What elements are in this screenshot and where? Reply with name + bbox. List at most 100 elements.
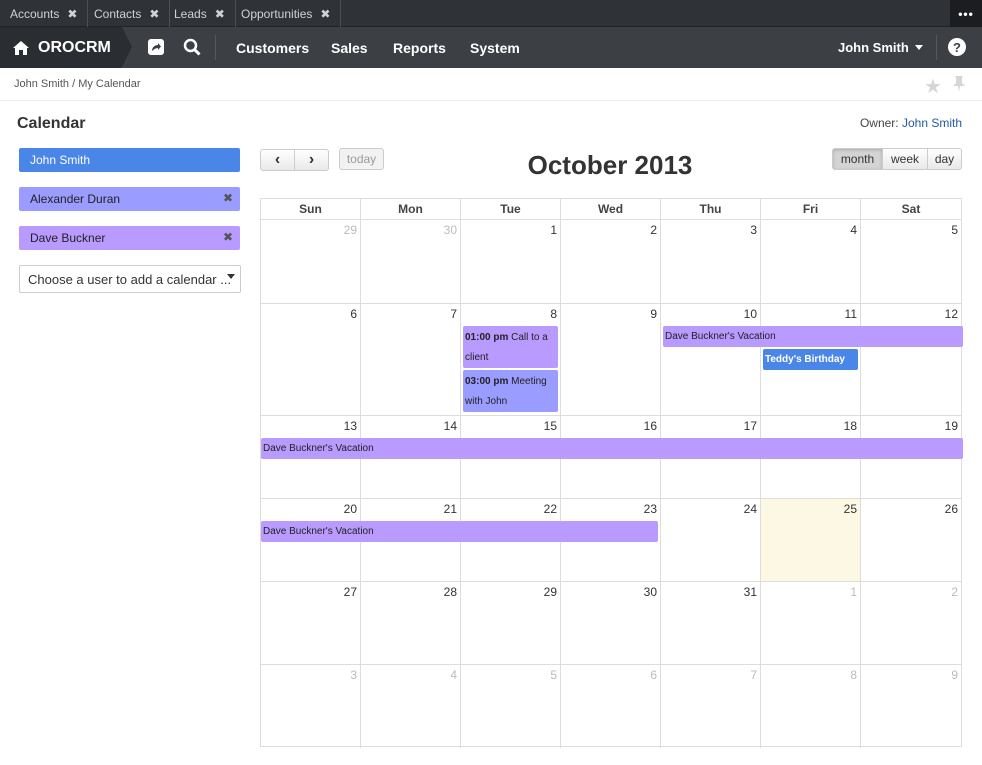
nav-sales[interactable]: Sales: [331, 27, 368, 68]
chevron-down-icon: [227, 274, 235, 279]
day-cell[interactable]: 12: [861, 304, 961, 416]
close-icon[interactable]: ✖: [215, 7, 225, 21]
day-cell[interactable]: 10: [661, 304, 761, 416]
day-number: 4: [850, 223, 857, 237]
day-number: 31: [743, 585, 757, 599]
prev-button[interactable]: ‹: [260, 149, 295, 171]
nav-divider: [936, 35, 937, 60]
tab-label: Accounts: [10, 6, 60, 21]
day-number: 30: [443, 223, 457, 237]
calendar-item-dave-buckner[interactable]: Dave Buckner ✖: [19, 226, 240, 250]
more-tabs-button[interactable]: •••: [950, 0, 982, 27]
weekday-header: Thu: [661, 199, 761, 220]
calendar-event[interactable]: 03:00 pm Meeting with John: [463, 370, 558, 412]
day-cell[interactable]: 31: [661, 582, 761, 665]
day-cell[interactable]: 29: [461, 582, 561, 665]
calendar-name: Dave Buckner: [30, 231, 106, 245]
day-cell[interactable]: 26: [861, 499, 961, 582]
day-cell[interactable]: 27: [261, 582, 361, 665]
day-cell[interactable]: 4: [761, 220, 861, 304]
calendar-item-alexander-duran[interactable]: Alexander Duran ✖: [19, 187, 240, 211]
logo-arrow: [122, 27, 132, 67]
tab-label: Opportunities: [241, 6, 313, 21]
calendar-item-john-smith[interactable]: John Smith: [19, 148, 240, 172]
tab-contacts[interactable]: Contacts ✖: [84, 0, 171, 27]
search-icon[interactable]: [181, 36, 203, 58]
day-number: 20: [343, 502, 357, 516]
close-icon[interactable]: ✖: [67, 7, 77, 21]
choose-user-select[interactable]: Choose a user to add a calendar ...: [19, 265, 241, 293]
day-cell[interactable]: 5: [461, 665, 561, 748]
day-number: 13: [343, 419, 357, 433]
close-icon[interactable]: ✖: [149, 7, 159, 21]
pin-icon[interactable]: [951, 75, 967, 98]
today-button[interactable]: today: [339, 148, 384, 170]
tab-opportunities[interactable]: Opportunities ✖: [231, 0, 342, 27]
day-cell[interactable]: 8: [761, 665, 861, 748]
day-number: 1: [550, 223, 557, 237]
day-cell[interactable]: 29: [261, 220, 361, 304]
nav-reports[interactable]: Reports: [393, 27, 446, 68]
tab-label: Contacts: [94, 6, 142, 21]
day-cell[interactable]: 6: [561, 665, 661, 748]
tab-leads[interactable]: Leads ✖: [164, 0, 236, 27]
calendar-event[interactable]: Dave Buckner's Vacation: [261, 521, 658, 542]
week-view-button[interactable]: week: [882, 148, 928, 170]
day-cell[interactable]: 1: [761, 582, 861, 665]
day-number: 6: [650, 668, 657, 682]
calendar-event[interactable]: Dave Buckner's Vacation: [663, 326, 963, 347]
event-title: Dave Buckner's Vacation: [263, 443, 374, 454]
day-cell[interactable]: 9: [861, 665, 961, 748]
day-number: 4: [450, 668, 457, 682]
nav-system[interactable]: System: [470, 27, 520, 68]
remove-icon[interactable]: ✖: [223, 230, 233, 244]
calendar-name: John Smith: [30, 153, 91, 167]
calendar-event[interactable]: Dave Buckner's Vacation: [261, 438, 963, 459]
star-icon[interactable]: ★: [924, 74, 942, 99]
brand-logo[interactable]: OROCRM: [0, 27, 122, 68]
day-cell[interactable]: 30: [561, 582, 661, 665]
day-cell[interactable]: 25: [761, 499, 861, 582]
calendar-event[interactable]: Teddy's Birthday: [763, 349, 858, 370]
day-number: 7: [450, 307, 457, 321]
day-cell[interactable]: 3: [661, 220, 761, 304]
day-cell[interactable]: 4: [361, 665, 461, 748]
day-cell[interactable]: 2: [861, 582, 961, 665]
month-title: October 2013: [527, 150, 693, 180]
share-icon[interactable]: [145, 36, 167, 58]
day-cell[interactable]: 28: [361, 582, 461, 665]
day-number: 5: [550, 668, 557, 682]
remove-icon[interactable]: ✖: [223, 191, 233, 205]
day-cell[interactable]: 24: [661, 499, 761, 582]
day-cell[interactable]: 7: [361, 304, 461, 416]
event-title: Dave Buckner's Vacation: [665, 331, 776, 342]
event-time: 01:00 pm: [465, 332, 509, 343]
weekday-header: Sat: [861, 199, 961, 220]
tab-accounts[interactable]: Accounts ✖: [0, 0, 89, 27]
close-icon[interactable]: ✖: [320, 7, 330, 21]
user-menu[interactable]: John Smith: [838, 27, 923, 68]
day-view-button[interactable]: day: [927, 148, 962, 170]
day-number: 9: [951, 668, 958, 682]
day-number: 9: [650, 307, 657, 321]
weekday-header: Wed: [561, 199, 661, 220]
day-cell[interactable]: 5: [861, 220, 961, 304]
day-cell[interactable]: 6: [261, 304, 361, 416]
day-number: 21: [443, 502, 457, 516]
breadcrumb: John Smith / My Calendar: [14, 78, 141, 90]
open-tabs-bar: Accounts ✖ Contacts ✖ Leads ✖ Opportunit…: [0, 0, 982, 27]
day-cell[interactable]: 3: [261, 665, 361, 748]
month-view-button[interactable]: month: [832, 148, 883, 170]
day-cell[interactable]: 2: [561, 220, 661, 304]
page-title: Calendar: [17, 115, 86, 132]
next-button[interactable]: ›: [294, 149, 329, 171]
help-icon[interactable]: ?: [948, 38, 966, 56]
day-cell[interactable]: 1: [461, 220, 561, 304]
calendar-event[interactable]: 01:00 pm Call to a client: [463, 326, 558, 368]
nav-customers[interactable]: Customers: [236, 27, 309, 68]
day-number: 29: [543, 585, 557, 599]
day-cell[interactable]: 30: [361, 220, 461, 304]
day-cell[interactable]: 7: [661, 665, 761, 748]
day-cell[interactable]: 9: [561, 304, 661, 416]
owner-link[interactable]: John Smith: [902, 116, 962, 130]
